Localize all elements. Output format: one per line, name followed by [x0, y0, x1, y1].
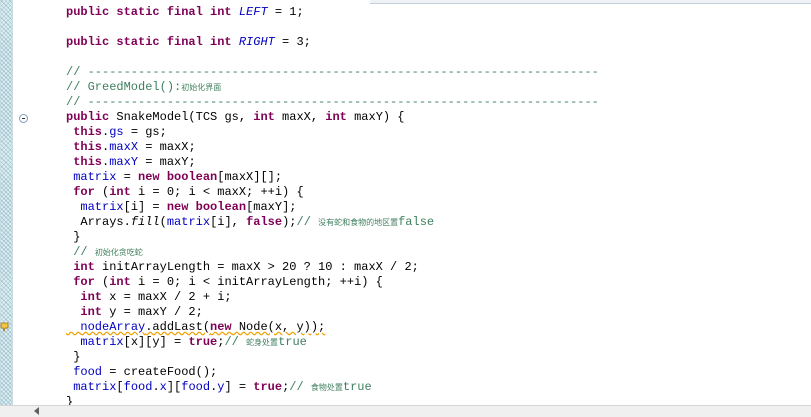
- code-line-1: public static final int LEFT = 1;: [66, 5, 599, 20]
- collapse-minus-icon[interactable]: [19, 114, 28, 123]
- keyword: new: [210, 320, 232, 334]
- warning-lightbulb-icon[interactable]: [0, 322, 9, 332]
- keyword: public static final int: [66, 5, 232, 19]
- code-line-14: matrix[i] = new boolean[maxY];: [80, 200, 297, 214]
- code-line-19: for (int i = 0; i < initArrayLength; ++i…: [73, 275, 383, 289]
- keyword: int: [253, 110, 275, 124]
- comment-cjk: 没有蛇和食物的地区置: [318, 219, 399, 228]
- field-name: matrix: [166, 215, 211, 229]
- keyword: int: [109, 185, 131, 199]
- keyword: int: [109, 275, 131, 289]
- keyword: false: [246, 215, 283, 229]
- field-name: food: [73, 365, 103, 379]
- keyword: int: [325, 110, 347, 124]
- comment: // -------------------------------------…: [66, 65, 599, 79]
- field-name: matrix: [80, 200, 124, 214]
- horizontal-scrollbar[interactable]: [0, 405, 811, 417]
- code-line-5: // -------------------------------------…: [66, 65, 599, 80]
- field-name: x: [159, 380, 167, 394]
- code-line-18: int initArrayLength = maxX > 20 ? 10 : m…: [73, 260, 419, 274]
- code-line-21: int y = maxY / 2;: [80, 305, 203, 319]
- keyword: for: [73, 185, 95, 199]
- comment: true: [342, 380, 372, 394]
- comment: // -------------------------------------…: [66, 95, 599, 109]
- keyword: new boolean: [138, 170, 218, 184]
- field-name: matrix: [80, 335, 124, 349]
- keyword: this: [73, 140, 103, 154]
- code-line-11: this.maxY = maxY;: [73, 155, 196, 169]
- code-line-25: food = createFood();: [73, 365, 218, 379]
- keyword: public: [66, 110, 110, 124]
- code-line-23: matrix[x][y] = true;// 蛇身处置true: [80, 335, 307, 349]
- comment-cjk: 食物处置: [310, 384, 343, 393]
- code-line-17: // 初始化贪吃蛇: [66, 245, 599, 260]
- constant-name: LEFT: [238, 5, 268, 19]
- code-line-20: int x = maxX / 2 + i;: [80, 290, 232, 304]
- comment: //: [289, 380, 311, 394]
- code-text: = 1;: [267, 5, 304, 19]
- code-line-12: matrix = new boolean[maxX][];: [73, 170, 283, 184]
- code-text: SnakeModel(TCS gs,: [109, 110, 254, 124]
- code-line-7: // -------------------------------------…: [66, 95, 599, 110]
- field-name: maxX: [109, 140, 139, 154]
- comment-cjk: 初始化贪吃蛇: [94, 249, 143, 258]
- code-line-6: // GreedModel():初始化界面: [66, 80, 599, 95]
- code-line-16: }: [66, 230, 81, 244]
- comment-cjk: 蛇身处置: [246, 339, 279, 348]
- keyword: public static final int: [66, 35, 232, 49]
- keyword: int: [80, 305, 103, 319]
- comment: false: [398, 215, 435, 229]
- comment-cjk: 初始化界面: [181, 84, 222, 93]
- code-line-13: for (int i = 0; i < maxX; ++i) {: [73, 185, 304, 199]
- keyword: int: [73, 260, 95, 274]
- code-line-8: public SnakeModel(TCS gs, int maxX, int …: [66, 110, 599, 125]
- code-text: maxX,: [274, 110, 326, 124]
- keyword: this: [73, 155, 103, 169]
- field-name: food: [181, 380, 211, 394]
- comment: //: [296, 215, 319, 229]
- code-text: = 3;: [274, 35, 311, 49]
- code-line-26: matrix[food.x][food.y] = true;// 食物处置tru…: [73, 380, 372, 394]
- code-line-15: Arrays.fill(matrix[i], false);// 没有蛇和食物的…: [80, 215, 435, 229]
- comment: //: [224, 335, 247, 349]
- code-line-10: this.maxX = maxX;: [73, 140, 196, 154]
- editor-tab-edge: [370, 0, 811, 4]
- comment: // GreedModel():: [66, 80, 182, 94]
- comment: true: [278, 335, 307, 349]
- field-name: matrix: [73, 380, 117, 394]
- field-name: food: [123, 380, 153, 394]
- field-name: matrix: [73, 170, 117, 184]
- field-name: gs: [109, 125, 124, 139]
- constant-name: RIGHT: [238, 35, 275, 49]
- keyword: int: [80, 290, 103, 304]
- arrow-left-icon[interactable]: [34, 407, 39, 415]
- code-line-24: }: [66, 350, 81, 364]
- keyword: true: [188, 335, 218, 349]
- field-name: nodeArray: [80, 320, 146, 334]
- keyword: for: [73, 275, 95, 289]
- keyword: this: [73, 125, 103, 139]
- keyword: new boolean: [166, 200, 247, 214]
- code-line-3: public static final int RIGHT = 3;: [66, 35, 599, 50]
- code-editor[interactable]: public static final int LEFT = 1; public …: [66, 5, 599, 410]
- code-line-22: nodeArray.addLast(new Node(x, y));: [80, 320, 326, 334]
- left-gutter: [0, 0, 13, 416]
- field-name: maxY: [109, 155, 139, 169]
- keyword: true: [253, 380, 283, 394]
- code-text: maxY) {: [346, 110, 405, 124]
- comment: //: [73, 245, 95, 259]
- code-line-9: this.gs = gs;: [73, 125, 167, 139]
- method-name: fill: [130, 215, 160, 229]
